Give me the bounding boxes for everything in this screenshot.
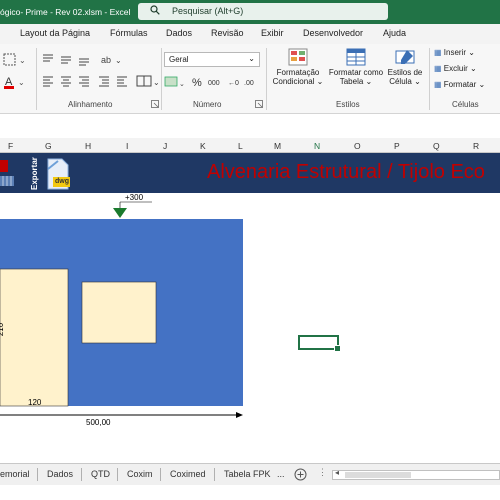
status-bar bbox=[0, 485, 500, 500]
format-as-table-label-1: Formatar como bbox=[328, 68, 384, 77]
tab-help[interactable]: Ajuda bbox=[383, 28, 406, 38]
sheet-tab[interactable]: Coxim bbox=[127, 469, 153, 479]
window-opening bbox=[81, 281, 157, 344]
search-placeholder: Pesquisar (Alt+G) bbox=[172, 6, 244, 16]
svg-text:⌄: ⌄ bbox=[18, 78, 25, 87]
cell-styles-icon bbox=[395, 50, 415, 64]
vertical-align-icons[interactable]: ab ⌄ bbox=[41, 52, 129, 66]
wall-drawing bbox=[0, 201, 243, 418]
column-header[interactable]: P bbox=[394, 141, 400, 151]
group-label-number: Número bbox=[193, 100, 222, 109]
column-header[interactable]: G bbox=[45, 141, 52, 151]
delete-cells-icon: ▦ bbox=[434, 64, 442, 73]
svg-text:⌄: ⌄ bbox=[115, 56, 122, 65]
horizontal-scrollbar[interactable]: ◂ bbox=[332, 468, 500, 480]
group-label-styles: Estilos bbox=[336, 100, 360, 109]
group-label-alignment: Alinhamento bbox=[68, 100, 113, 109]
marker-triangle-icon bbox=[113, 208, 127, 218]
conditional-formatting-icon bbox=[288, 48, 308, 66]
cell-styles-button[interactable]: Estilos de Célula ⌄ bbox=[386, 48, 424, 98]
top-marker-label: +300 bbox=[125, 193, 144, 202]
column-header[interactable]: O bbox=[354, 141, 361, 151]
column-header[interactable]: Q bbox=[433, 141, 440, 151]
svg-text:ab: ab bbox=[101, 55, 111, 65]
sheet-tabs-bar: emorial Dados QTD Coxim Coximed Tabela F… bbox=[0, 463, 500, 485]
tab-data[interactable]: Dados bbox=[166, 28, 192, 38]
tab-formulas[interactable]: Fórmulas bbox=[110, 28, 148, 38]
svg-text:.00: .00 bbox=[244, 80, 254, 87]
svg-text:←0: ←0 bbox=[228, 80, 239, 87]
ribbon-tabs: Layout da Página Fórmulas Dados Revisão … bbox=[0, 24, 500, 44]
column-header[interactable]: H bbox=[85, 141, 91, 151]
column-headers: F G H I J K L M N O P Q R bbox=[0, 138, 500, 153]
column-header[interactable]: L bbox=[238, 141, 243, 151]
number-format-select[interactable]: Geral ⌄ bbox=[164, 52, 260, 67]
chevron-down-icon: ⌄ bbox=[248, 54, 255, 63]
borders-icon[interactable]: ⌄ bbox=[2, 52, 28, 68]
insert-cells-icon: ▦ bbox=[434, 48, 442, 57]
add-sheet-icon[interactable] bbox=[294, 468, 307, 481]
format-as-table-icon bbox=[346, 48, 366, 66]
sheet-tab[interactable]: Coximed bbox=[170, 469, 206, 479]
more-tabs-button[interactable]: ... bbox=[277, 469, 285, 479]
insert-cells-button[interactable]: ▦ Inserir ⌄ bbox=[434, 48, 475, 57]
sheet-tab[interactable]: Tabela FPK bbox=[224, 469, 271, 479]
scrollbar-thumb[interactable] bbox=[345, 472, 411, 478]
delete-cells-button[interactable]: ▦ Excluir ⌄ bbox=[434, 64, 477, 73]
selected-cell[interactable] bbox=[298, 335, 341, 352]
cell-styles-label-1: Estilos de bbox=[387, 68, 423, 77]
column-header[interactable]: I bbox=[126, 141, 128, 151]
search-box[interactable]: Pesquisar (Alt+G) bbox=[138, 3, 388, 20]
column-header[interactable]: R bbox=[473, 141, 479, 151]
door-opening bbox=[0, 268, 69, 407]
worksheet-grid[interactable]: Exportar dwg Alvenaria Estrutural / Tijo… bbox=[0, 153, 500, 463]
scroll-left-icon[interactable]: ◂ bbox=[335, 468, 339, 477]
format-cells-button[interactable]: ▦ Formatar ⌄ bbox=[434, 80, 485, 89]
tab-review[interactable]: Revisão bbox=[211, 28, 244, 38]
conditional-formatting-label-1: Formatação bbox=[276, 68, 320, 77]
column-header[interactable]: M bbox=[274, 141, 281, 151]
number-format-buttons[interactable]: ⌄ % 000 ←0 .00 bbox=[164, 74, 260, 90]
search-icon bbox=[150, 5, 160, 15]
conditional-formatting-button[interactable]: Formatação Condicional ⌄ bbox=[271, 48, 325, 98]
sheet-tab[interactable]: emorial bbox=[0, 469, 30, 479]
window-title: ógico- Prime - Rev 02.xlsm - Excel bbox=[0, 7, 131, 17]
tab-developer[interactable]: Desenvolvedor bbox=[303, 28, 363, 38]
number-format-value: Geral bbox=[169, 55, 189, 64]
tab-view[interactable]: Exibir bbox=[261, 28, 284, 38]
title-bar: ógico- Prime - Rev 02.xlsm - Excel Pesqu… bbox=[0, 0, 500, 24]
svg-text:⌄: ⌄ bbox=[19, 56, 26, 65]
tab-page-layout[interactable]: Layout da Página bbox=[20, 28, 90, 38]
sheet-tab[interactable]: QTD bbox=[91, 469, 110, 479]
inner-height-label: 210 bbox=[0, 322, 6, 337]
inner-width-label: 120 bbox=[28, 398, 42, 407]
options-icon[interactable]: ⋮ bbox=[318, 467, 327, 478]
sheet-tab[interactable]: Dados bbox=[47, 469, 73, 479]
cell-styles-label-2: Célula bbox=[389, 77, 412, 86]
group-label-cells: Células bbox=[452, 100, 479, 109]
font-color-icon[interactable]: A ⌄ bbox=[2, 74, 30, 90]
format-cells-label: Formatar bbox=[443, 80, 477, 89]
insert-cells-label: Inserir bbox=[443, 48, 467, 57]
svg-text:⌄: ⌄ bbox=[153, 78, 160, 87]
column-header[interactable]: J bbox=[163, 141, 167, 151]
column-header-selected[interactable]: N bbox=[314, 141, 320, 151]
dialog-launcher-icon[interactable] bbox=[151, 100, 159, 108]
horizontal-align-icons[interactable]: ⌄ bbox=[41, 74, 161, 88]
width-dimension-label: 500,00 bbox=[86, 418, 111, 427]
format-cells-icon: ▦ bbox=[434, 80, 442, 89]
column-header[interactable]: K bbox=[200, 141, 206, 151]
svg-text:%: % bbox=[192, 77, 202, 89]
conditional-formatting-label-2: Condicional bbox=[272, 77, 315, 86]
column-header[interactable]: F bbox=[8, 141, 13, 151]
delete-cells-label: Excluir bbox=[443, 64, 468, 73]
dialog-launcher-icon[interactable] bbox=[255, 100, 263, 108]
format-as-table-button[interactable]: Formatar como Tabela ⌄ bbox=[326, 48, 386, 98]
svg-text:⌄: ⌄ bbox=[179, 81, 185, 88]
format-as-table-label-2: Tabela bbox=[339, 77, 364, 86]
svg-text:000: 000 bbox=[208, 80, 220, 87]
ribbon: ⌄ A ⌄ ab ⌄ ⌄ Alinhamento Geral ⌄ ⌄ % 000… bbox=[0, 44, 500, 114]
